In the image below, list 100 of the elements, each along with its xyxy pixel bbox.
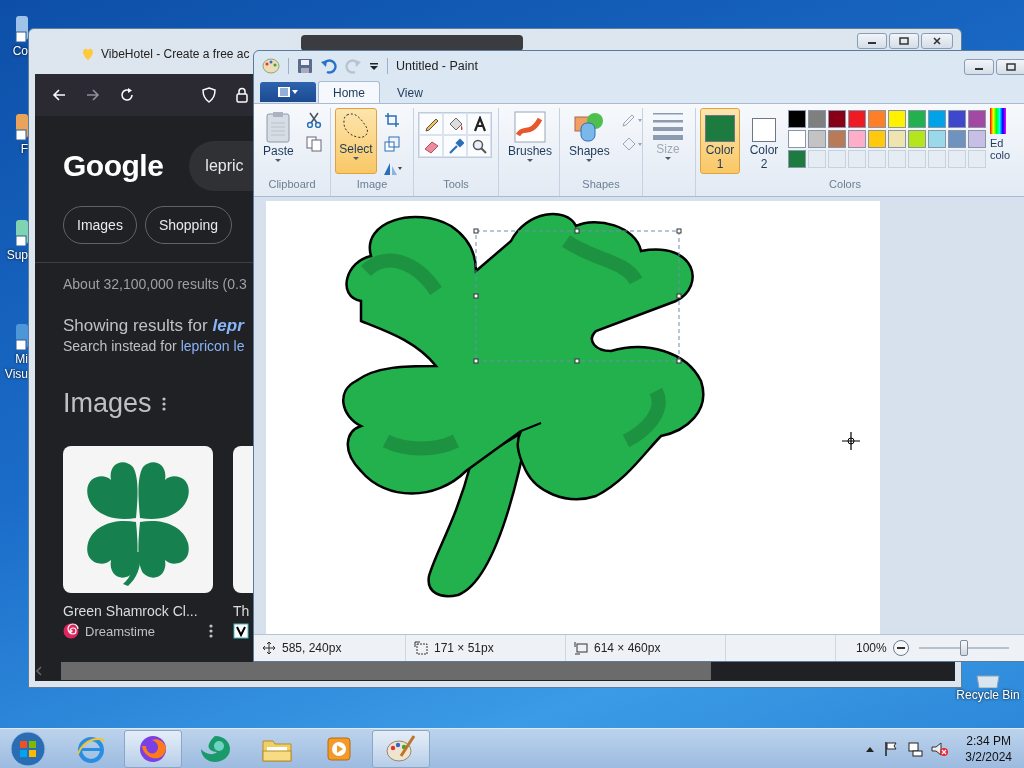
empty-swatch[interactable] bbox=[888, 150, 906, 168]
zoom-slider-thumb[interactable] bbox=[959, 640, 968, 656]
lock-icon bbox=[235, 87, 249, 103]
empty-swatch[interactable] bbox=[968, 150, 986, 168]
palette-swatch[interactable] bbox=[788, 110, 806, 128]
scrollbar-thumb[interactable] bbox=[61, 662, 711, 680]
filter-chip[interactable]: Images bbox=[63, 206, 137, 244]
browser-tab[interactable] bbox=[301, 35, 523, 51]
ribbon-tab[interactable]: View bbox=[382, 81, 438, 103]
empty-swatch[interactable] bbox=[928, 150, 946, 168]
save-icon[interactable] bbox=[297, 58, 313, 74]
color-selector-button[interactable]: Color 1 bbox=[700, 108, 740, 174]
image-thumbnail[interactable] bbox=[233, 446, 253, 593]
flag-icon[interactable] bbox=[883, 740, 900, 757]
taskbar-app-button[interactable] bbox=[124, 729, 182, 768]
palette-swatch[interactable] bbox=[948, 110, 966, 128]
palette-swatch[interactable] bbox=[888, 130, 906, 148]
palette-swatch[interactable] bbox=[828, 110, 846, 128]
edit-colors-button[interactable]: Ed colo bbox=[990, 108, 1016, 161]
speaker-muted-icon[interactable] bbox=[931, 740, 950, 757]
move-arrows-icon bbox=[262, 641, 276, 655]
palette-swatch[interactable] bbox=[968, 110, 986, 128]
start-button[interactable] bbox=[8, 729, 48, 768]
palette-swatch[interactable] bbox=[908, 110, 926, 128]
color-picker-button[interactable] bbox=[443, 135, 467, 157]
more-options-icon[interactable] bbox=[161, 396, 166, 411]
paste-button[interactable]: Paste bbox=[258, 108, 299, 174]
paint-bucket-button[interactable] bbox=[443, 113, 467, 135]
clock[interactable]: 2:34 PM 3/2/2024 bbox=[965, 732, 1012, 765]
palette-swatch[interactable] bbox=[808, 110, 826, 128]
desktop-icon-label[interactable]: F bbox=[0, 142, 28, 157]
reload-icon[interactable] bbox=[119, 87, 135, 103]
minimize-button[interactable] bbox=[964, 59, 994, 75]
original-query-link[interactable]: lepricon le bbox=[180, 338, 245, 354]
pencil-button[interactable] bbox=[419, 113, 443, 135]
palette-swatch[interactable] bbox=[948, 130, 966, 148]
canvas-size-icon bbox=[574, 641, 588, 655]
app-menu-button[interactable] bbox=[260, 82, 316, 102]
palette-swatch[interactable] bbox=[868, 110, 886, 128]
selection-rectangle[interactable] bbox=[473, 228, 682, 364]
fox-globe-icon bbox=[138, 733, 168, 764]
palette-swatch[interactable] bbox=[828, 130, 846, 148]
more-options-icon[interactable] bbox=[209, 624, 213, 638]
desktop-icon-label[interactable]: Recycle Bin bbox=[956, 688, 1020, 702]
empty-swatch[interactable] bbox=[808, 150, 826, 168]
magnifier-button[interactable] bbox=[467, 135, 491, 157]
search-instead-label: Search instead for bbox=[63, 338, 177, 354]
empty-swatch[interactable] bbox=[908, 150, 926, 168]
palette-swatch[interactable] bbox=[928, 130, 946, 148]
image-thumbnail[interactable] bbox=[63, 446, 213, 593]
taskbar-app-button[interactable] bbox=[372, 729, 430, 768]
recycle-bin-icon[interactable] bbox=[973, 674, 1003, 688]
maximize-button[interactable] bbox=[889, 33, 919, 49]
desktop-icon-label[interactable]: Mi Visu bbox=[0, 352, 28, 382]
empty-swatch[interactable] bbox=[948, 150, 966, 168]
image-title[interactable]: Green Shamrock Cl... bbox=[63, 603, 213, 619]
search-engine-logo: Google bbox=[63, 149, 164, 183]
resize-button[interactable] bbox=[381, 134, 403, 154]
back-icon[interactable] bbox=[51, 87, 67, 103]
eraser-button[interactable] bbox=[419, 135, 443, 157]
v-logo-icon bbox=[233, 623, 249, 639]
palette-swatch[interactable] bbox=[808, 130, 826, 148]
palette-swatch[interactable] bbox=[888, 110, 906, 128]
palette-swatch[interactable] bbox=[908, 130, 926, 148]
zoom-out-button[interactable] bbox=[892, 640, 909, 656]
palette-swatch[interactable] bbox=[968, 130, 986, 148]
desktop-icon-label[interactable]: Sup bbox=[0, 248, 28, 263]
search-field[interactable]: lepric bbox=[189, 141, 254, 191]
color-selector-button[interactable]: Color 2 bbox=[744, 108, 784, 174]
scroll-left-icon[interactable] bbox=[35, 666, 43, 676]
swirl-logo-icon bbox=[63, 623, 79, 639]
empty-swatch[interactable] bbox=[848, 150, 866, 168]
empty-swatch[interactable] bbox=[828, 150, 846, 168]
browser-tab[interactable]: VibeHotel - Create a free ac bbox=[81, 42, 250, 61]
palette-swatch[interactable] bbox=[848, 110, 866, 128]
close-button[interactable] bbox=[921, 33, 953, 49]
filter-chip[interactable]: Shopping bbox=[144, 206, 233, 244]
select-button[interactable]: Select bbox=[335, 108, 377, 174]
dropdown-caret-icon[interactable] bbox=[369, 61, 379, 71]
palette-swatch[interactable] bbox=[868, 130, 886, 148]
corrected-query-link[interactable]: lepr bbox=[212, 316, 244, 336]
shield-icon[interactable] bbox=[201, 87, 217, 103]
text-tool-button[interactable] bbox=[467, 113, 491, 135]
desktop-icon-label[interactable]: Co bbox=[0, 44, 28, 59]
undo-icon[interactable] bbox=[321, 58, 337, 74]
palette-swatch[interactable] bbox=[928, 110, 946, 128]
palette-swatch[interactable] bbox=[848, 130, 866, 148]
shapes-button[interactable]: Shapes bbox=[564, 108, 615, 174]
maximize-button[interactable] bbox=[996, 59, 1024, 75]
minimize-button[interactable] bbox=[857, 33, 887, 49]
ribbon-tab[interactable]: Home bbox=[318, 81, 380, 103]
network-icon[interactable] bbox=[907, 740, 924, 757]
drawing-canvas[interactable] bbox=[266, 201, 880, 634]
brushes-button[interactable]: Brushes bbox=[503, 108, 558, 174]
palette-swatch[interactable] bbox=[788, 150, 806, 168]
image-title[interactable]: Th bbox=[233, 603, 253, 619]
forward-icon[interactable] bbox=[85, 87, 101, 103]
empty-swatch[interactable] bbox=[868, 150, 886, 168]
palette-swatch[interactable] bbox=[788, 130, 806, 148]
palette-icon[interactable] bbox=[262, 58, 280, 74]
